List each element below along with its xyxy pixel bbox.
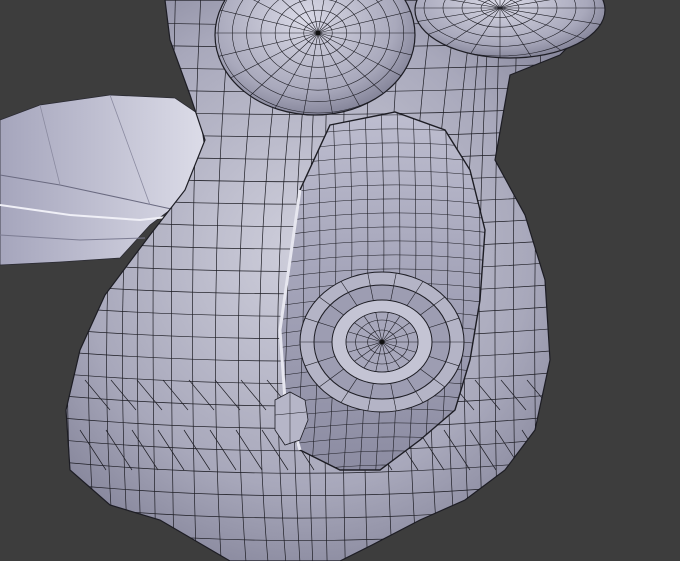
navel-ring[interactable] — [299, 271, 465, 413]
3d-viewport[interactable] — [0, 0, 680, 561]
viewport-canvas[interactable] — [0, 0, 680, 561]
